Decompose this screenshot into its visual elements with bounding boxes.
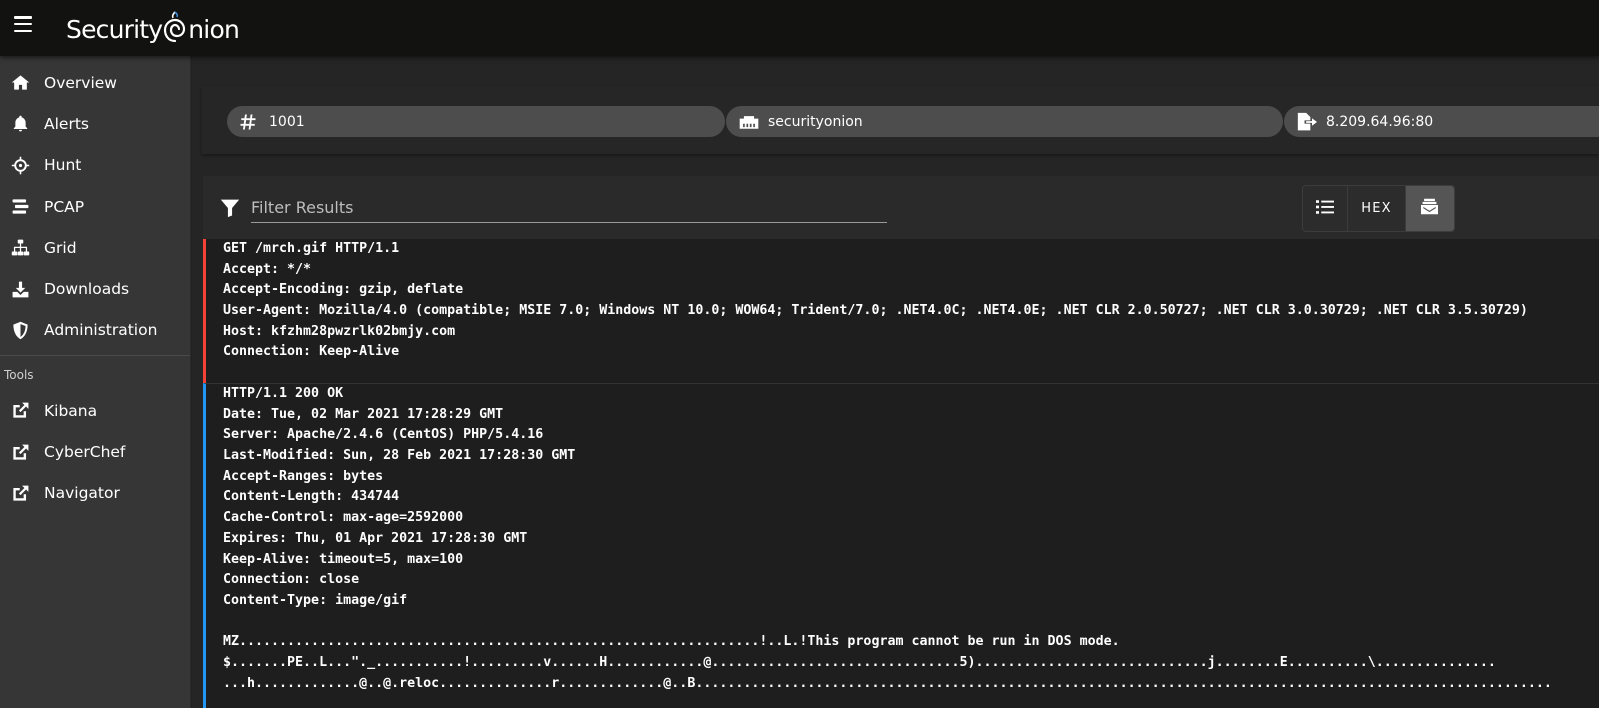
logo-text-right: nion [188,15,240,44]
server-response-block: HTTP/1.1 200 OK Date: Tue, 02 Mar 2021 1… [203,383,1599,708]
sidebar-item-grid[interactable]: Grid [0,227,190,268]
sidebar: Overview Alerts Hunt PCAP Grid Downloads… [0,56,191,708]
sidebar-item-label: Kibana [44,401,98,420]
sidebar-item-downloads[interactable]: Downloads [0,268,190,309]
sidebar-item-pcap[interactable]: PCAP [0,186,190,227]
sidebar-item-label: Administration [44,321,158,340]
transcript-line: Keep-Alive: timeout=5, max=100 [223,551,464,567]
sidebar-item-label: Downloads [44,280,130,299]
transcript-line: ...h.............@..@.reloc.............… [223,675,1552,691]
hashtag-icon [239,113,261,131]
file-export-icon [1296,112,1318,131]
logo-text-left: Security [66,15,163,44]
sidebar-item-administration[interactable]: Administration [0,310,190,351]
transcript-line: User-Agent: Mozilla/4.0 (compatible; MSI… [223,303,1528,319]
sidebar-item-label: Grid [44,238,77,257]
transcript-card: HEX GET /mrch.gif HTTP/1.1 Accept: */* A… [203,176,1599,708]
chip-value: 1001 [269,113,305,130]
crosshairs-icon [10,155,30,175]
chip-destination[interactable]: 8.209.64.96:80 [1284,106,1599,137]
transcript-line: $.......PE..L..."._...........!.........… [223,654,1496,670]
transcript-line: HTTP/1.1 200 OK [223,386,344,401]
main-content: 1001 securityonion 8.209.64.96:80 Filter… [192,56,1599,708]
external-link-icon [10,401,30,421]
sidebar-item-hunt[interactable]: Hunt [0,145,190,186]
sidebar-tool-navigator[interactable]: Navigator [0,473,190,514]
filter-results-input[interactable] [251,193,887,223]
tools-section-label: Tools [4,368,34,383]
transcript-line: Accept-Ranges: bytes [223,468,384,484]
external-link-icon [10,442,30,462]
app-logo[interactable]: Security nion [66,8,240,44]
chip-sensor[interactable]: securityonion [726,106,1283,137]
sidebar-tool-kibana[interactable]: Kibana [0,390,190,431]
view-mode-toggle: HEX [1302,185,1455,232]
filter-icon [220,198,240,222]
transcript-line: Date: Tue, 02 Mar 2021 17:28:29 GMT [223,406,504,422]
download-icon [10,279,30,299]
sidebar-item-label: Alerts [44,114,89,133]
filter-toolbar: HEX [203,176,1599,239]
chip-id[interactable]: 1001 [227,106,725,137]
transcript-line: Connection: close [223,572,360,588]
home-icon [10,73,30,93]
transcript-line: GET /mrch.gif HTTP/1.1 [223,241,400,256]
bell-icon [10,114,30,134]
transcript-line: Connection: Keep-Alive [223,344,400,360]
ethernet-icon [738,113,760,131]
transcript-line: Cache-Control: max-age=2592000 [223,510,464,526]
transcript-line: Content-Length: 434744 [223,489,400,505]
external-link-icon [10,483,30,503]
sidebar-tool-cyberchef[interactable]: CyberChef [0,431,190,472]
top-app-bar: Security nion [0,0,1599,56]
transcript-view-button[interactable] [1405,186,1454,231]
sitemap-icon [10,238,30,258]
onion-logo-icon [164,11,186,43]
menu-toggle-icon[interactable] [14,16,32,32]
sidebar-item-overview[interactable]: Overview [0,62,190,103]
transcript-line: Accept: */* [223,261,312,277]
transcript-line: Server: Apache/2.4.6 (CentOS) PHP/5.4.16 [223,427,544,443]
hex-view-button[interactable]: HEX [1348,186,1406,231]
sidebar-item-label: Overview [44,73,117,92]
session-info-bar: 1001 securityonion 8.209.64.96:80 [202,86,1599,154]
sidebar-item-label: Hunt [44,156,82,175]
mail-bulk-icon [1420,198,1439,219]
list-icon [1316,199,1335,219]
chip-value: securityonion [768,113,863,130]
transcript-line: Accept-Encoding: gzip, deflate [223,282,464,298]
transcript-line: Content-Type: image/gif [223,592,408,608]
sidebar-item-label: CyberChef [44,443,126,462]
transcript-line: MZ......................................… [223,634,1120,650]
transcript-line [223,612,1599,633]
list-view-button[interactable] [1303,186,1349,231]
sidebar-item-label: PCAP [44,197,85,216]
transcript-line: Last-Modified: Sun, 28 Feb 2021 17:28:30… [223,448,576,464]
client-request-block: GET /mrch.gif HTTP/1.1 Accept: */* Accep… [203,239,1599,383]
sidebar-item-alerts[interactable]: Alerts [0,103,190,144]
transcript-line: Host: kfzhm28pwzrlk02bmjy.com [223,323,456,339]
chip-value: 8.209.64.96:80 [1326,113,1434,130]
transcript-line: Expires: Thu, 01 Apr 2021 17:28:30 GMT [223,530,528,546]
stream-icon [10,197,30,217]
sidebar-item-label: Navigator [44,484,120,503]
shield-icon [10,320,30,340]
